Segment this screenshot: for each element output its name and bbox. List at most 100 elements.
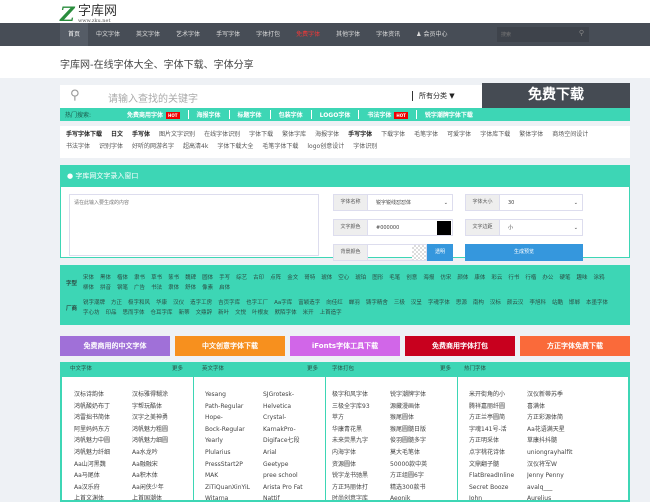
maker-link[interactable]: 汉仪 bbox=[173, 300, 184, 306]
font-link[interactable]: 方正兰亭圆简 bbox=[469, 412, 527, 424]
type-link[interactable]: 像素 bbox=[202, 285, 213, 291]
maker-link[interactable]: 三极 bbox=[394, 300, 405, 306]
maker-link[interactable]: 汉呈 bbox=[411, 300, 422, 306]
type-link[interactable]: 魏碑 bbox=[185, 275, 196, 281]
font-link[interactable]: 上首国潮体 bbox=[132, 493, 190, 500]
more-chinese-link[interactable]: 更多 bbox=[172, 362, 183, 377]
type-link[interactable]: 宋体 bbox=[83, 275, 94, 281]
type-link[interactable]: 空心 bbox=[338, 275, 349, 281]
font-link[interactable]: 腾祥嘉丽纤圆 bbox=[469, 401, 527, 413]
font-link[interactable]: 汉仪新蒂苏季 bbox=[527, 389, 585, 401]
font-link[interactable]: Helvetica bbox=[263, 401, 321, 413]
font-link[interactable]: 锐字龙书驰黑 bbox=[332, 470, 390, 482]
maker-link[interactable]: 邯郸 bbox=[569, 300, 580, 306]
maker-link[interactable]: Aa字库 bbox=[274, 300, 292, 306]
banner-ifonts[interactable]: iFonts字体工具下载 bbox=[290, 336, 400, 356]
font-link[interactable]: Witarna bbox=[205, 493, 263, 500]
type-link[interactable]: 行书 bbox=[508, 275, 519, 281]
search-icon[interactable]: ⚲ bbox=[579, 29, 584, 37]
nav-chinese[interactable]: 中文字体 bbox=[88, 23, 128, 46]
tag-link[interactable]: 毛笔字体下载 bbox=[262, 143, 298, 150]
font-link[interactable]: 阿里妈妈东方 bbox=[74, 424, 132, 436]
type-link[interactable]: 启体 bbox=[219, 285, 230, 291]
nav-english[interactable]: 英文字体 bbox=[128, 23, 168, 46]
font-link[interactable]: 时尚创意字库 bbox=[332, 493, 390, 500]
tag-link[interactable]: 字体识别 bbox=[353, 143, 377, 150]
font-link[interactable]: Yearly bbox=[205, 435, 263, 447]
tag-link[interactable]: 在线字体识别 bbox=[204, 131, 240, 138]
tag-link[interactable]: 字体库下载 bbox=[480, 131, 510, 138]
maker-link[interactable]: 新叶 bbox=[218, 310, 229, 316]
font-link[interactable]: 方正组圆6字 bbox=[390, 470, 448, 482]
font-link[interactable]: 方正玛丽体打 bbox=[332, 482, 390, 494]
font-link[interactable]: Aa马尾体 bbox=[74, 470, 132, 482]
font-link[interactable]: 鸿帆魅力中圆 bbox=[74, 435, 132, 447]
text-color-input[interactable]: 文字颜色 #000000 bbox=[333, 219, 453, 236]
banner-founder[interactable]: 方正字体免费下载 bbox=[520, 336, 630, 356]
font-link[interactable]: Aa汉乐府 bbox=[74, 482, 132, 494]
maker-link[interactable]: 华康 bbox=[156, 300, 167, 306]
font-link[interactable]: 内海字体 bbox=[332, 447, 390, 459]
maker-link[interactable]: 本墨字体 bbox=[586, 300, 608, 306]
type-link[interactable]: 黑体 bbox=[100, 275, 111, 281]
font-link[interactable]: Aa花语满天星 bbox=[527, 424, 585, 436]
maker-link[interactable]: 叶根友 bbox=[252, 310, 269, 316]
type-link[interactable]: 金文 bbox=[287, 275, 298, 281]
type-link[interactable]: 办公 bbox=[542, 275, 553, 281]
maker-link[interactable]: 向佳红 bbox=[326, 300, 343, 306]
type-link[interactable]: 隶书 bbox=[134, 275, 145, 281]
font-link[interactable]: 莫大毛笔体 bbox=[390, 447, 448, 459]
maker-link[interactable]: 富颖造字 bbox=[298, 300, 320, 306]
maker-link[interactable]: 文鼎辞 bbox=[196, 310, 213, 316]
font-link[interactable]: 鸿雷拙书简体 bbox=[74, 412, 132, 424]
tag-link[interactable]: 日文 bbox=[111, 131, 123, 138]
font-link[interactable]: 米开街角的小 bbox=[469, 389, 527, 401]
font-link[interactable]: 精选300款书 bbox=[390, 482, 448, 494]
font-link[interactable]: John bbox=[469, 493, 527, 500]
font-link[interactable]: Secret Booze bbox=[469, 482, 527, 494]
tag-link[interactable]: 字体下载大全 bbox=[217, 143, 253, 150]
nav-packs[interactable]: 字体打包 bbox=[248, 23, 288, 46]
type-link[interactable]: 广告 bbox=[134, 285, 145, 291]
tag-link[interactable]: 海报字体 bbox=[315, 131, 339, 138]
font-link[interactable]: 方正明采体 bbox=[469, 435, 527, 447]
type-link[interactable]: 古印 bbox=[253, 275, 264, 281]
maker-link[interactable]: 仓耳字库 bbox=[151, 310, 173, 316]
maker-link[interactable]: 思而字体 bbox=[123, 310, 145, 316]
font-link[interactable]: 方正彩源体简 bbox=[527, 412, 585, 424]
maker-link[interactable]: 也字工厂 bbox=[246, 300, 268, 306]
nav-handwriting[interactable]: 手写字体 bbox=[208, 23, 248, 46]
tag-link[interactable]: 可爱字体 bbox=[447, 131, 471, 138]
maker-link[interactable]: 思源 bbox=[456, 300, 467, 306]
category-select[interactable]: 所有分类 ▼ bbox=[412, 91, 455, 101]
font-link[interactable]: 华康青花黑 bbox=[332, 424, 390, 436]
tag-link[interactable]: 超高清4k bbox=[183, 143, 208, 150]
font-link[interactable]: 鸿帆魅力细圆 bbox=[132, 435, 190, 447]
tag-link[interactable]: 繁体字体 bbox=[519, 131, 543, 138]
maker-link[interactable]: 站酷 bbox=[552, 300, 563, 306]
font-link[interactable]: 猴尾圆体 bbox=[390, 412, 448, 424]
bg-color-input[interactable]: 背景颜色 bbox=[333, 244, 427, 261]
nav-news[interactable]: 字体资讯 bbox=[368, 23, 408, 46]
font-link[interactable]: 草康抖抖髓 bbox=[527, 435, 585, 447]
font-link[interactable]: MAK bbox=[205, 470, 263, 482]
type-link[interactable]: 手写 bbox=[219, 275, 230, 281]
type-link[interactable]: 彩云 bbox=[491, 275, 502, 281]
tag-link[interactable]: 繁体字库 bbox=[282, 131, 306, 138]
maker-link[interactable]: 造字工房 bbox=[190, 300, 212, 306]
maker-link[interactable]: 米开 bbox=[303, 310, 314, 316]
maker-link[interactable]: 印品 bbox=[106, 310, 117, 316]
type-link[interactable]: 书法 bbox=[151, 285, 162, 291]
font-link[interactable]: 三极全字库93 bbox=[332, 401, 390, 413]
type-link[interactable]: 涂鸦 bbox=[593, 275, 604, 281]
banner-pack[interactable]: 免费商用字体打包 bbox=[405, 336, 515, 356]
font-link[interactable]: 文鼎翻子髓 bbox=[469, 459, 527, 471]
font-link[interactable]: 鸿帆魅力纤细 bbox=[74, 447, 132, 459]
font-link[interactable]: Digiface七段 bbox=[263, 435, 321, 447]
font-link[interactable]: Aeonik bbox=[390, 493, 448, 500]
nav-search-input[interactable]: 搜索 ⚲ bbox=[497, 27, 589, 42]
tag-link[interactable]: 手写字体下载 bbox=[66, 131, 102, 138]
type-link[interactable]: 毛笔 bbox=[389, 275, 400, 281]
type-link[interactable]: 篆书 bbox=[168, 275, 179, 281]
free-download-button[interactable]: 免费下载 bbox=[482, 83, 630, 108]
